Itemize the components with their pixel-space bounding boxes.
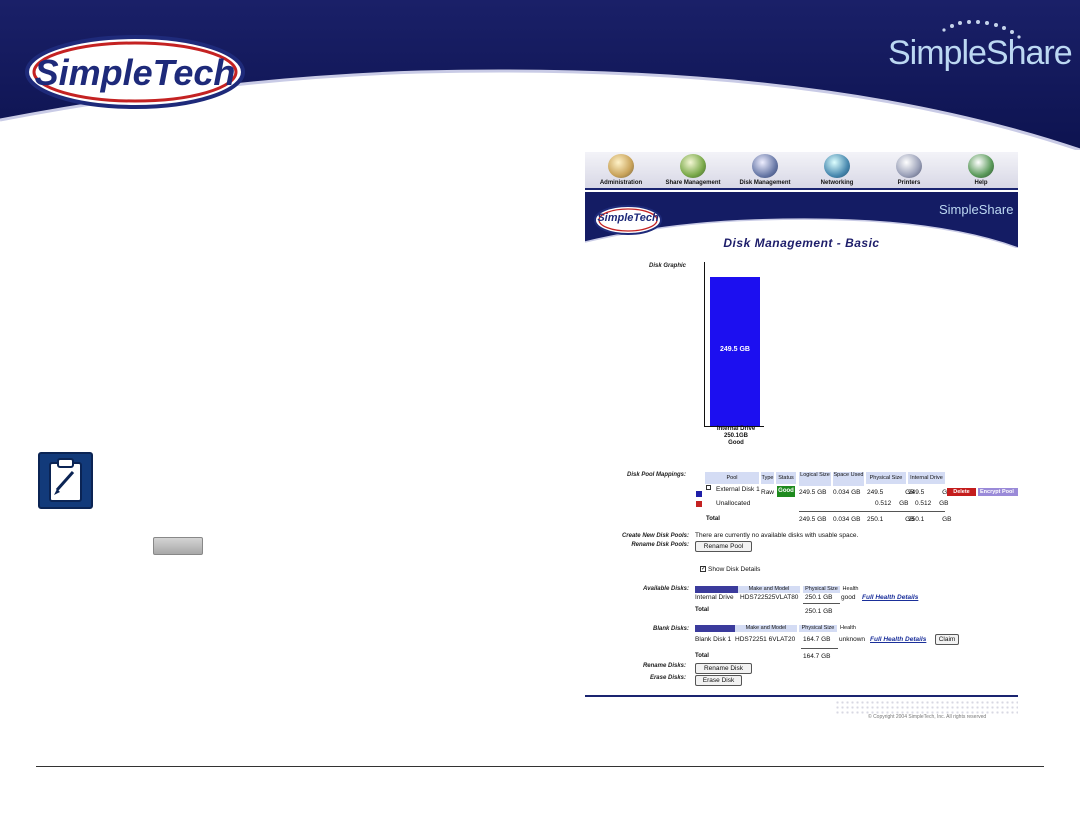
available-disks-header-bar [695, 586, 738, 593]
nav-help[interactable]: Help [946, 154, 1016, 190]
show-details-label: Show Disk Details [708, 566, 761, 573]
pool-header-type: Type [761, 472, 774, 484]
nav-disk-management[interactable]: Disk Management [730, 154, 800, 190]
blank-header-model: Make and Model [735, 625, 797, 632]
gray-button[interactable] [153, 537, 203, 555]
available-disk-health: good [841, 594, 856, 601]
inner-simpletech-logo-text: SimpleTech [597, 212, 659, 224]
delete-pool-button[interactable]: Delete [947, 488, 976, 496]
nav-networking[interactable]: Networking [802, 154, 872, 190]
page: SimpleTech SimpleShare Administration Sh… [0, 0, 1080, 828]
total-used: 0.034 GB [833, 516, 861, 523]
erase-disk-button[interactable]: Erase Disk [695, 675, 742, 686]
pool-swatch [696, 491, 702, 497]
copyright-text: © Copyright 2004 SimpleTech, Inc. All ri… [868, 714, 987, 720]
blank-disk-health: unknown [839, 636, 866, 643]
available-disk-health-link[interactable]: Full Health Details [862, 594, 918, 601]
pool-header-pool: Pool [705, 472, 759, 484]
simpleshare-logo-text: SimpleShare [888, 34, 1073, 72]
drive-status: Good [728, 440, 744, 446]
disk-management-icon [752, 154, 778, 178]
pool-internal-drive: 249.5 GB [908, 489, 952, 496]
available-header-health: Health [841, 586, 860, 593]
total-internal: 250.1 GB [908, 516, 952, 523]
rename-disks-label: Rename Disks: [642, 663, 686, 669]
page-title: Disk Management - Basic [723, 236, 880, 250]
drive-name: Internal Drive [716, 426, 756, 432]
drive-size: 250.1GB [723, 433, 748, 439]
available-separator [803, 603, 840, 604]
inner-simpleshare-logo-text: SimpleShare [939, 202, 1014, 217]
rename-pool-button[interactable]: Rename Pool [695, 541, 752, 552]
pool-status-badge: Good [777, 486, 795, 497]
footer-rule [585, 695, 1018, 697]
disk-bar-value: 249.5 GB [720, 346, 750, 353]
blank-header-health: Health [838, 625, 858, 632]
blank-disks-header-bar [695, 625, 735, 632]
pool-internal-drive: 0.512 GB [915, 500, 949, 507]
available-disk-model: HDS722525VLAT80 [740, 594, 799, 601]
blank-disk-health-link[interactable]: Full Health Details [870, 636, 926, 643]
show-details-checkbox[interactable]: ✓ [700, 566, 706, 572]
nav-share-management[interactable]: Share Management [658, 154, 728, 190]
blank-total-label: Total [695, 653, 709, 659]
pool-physical-size: 0.512 GB [875, 500, 909, 507]
main-nav-toolbar: Administration Share Management Disk Man… [585, 152, 1018, 190]
claim-disk-button[interactable]: Claim [935, 634, 959, 645]
simpleshare-logo: SimpleShare [882, 20, 1073, 100]
disk-graphic-axis [704, 262, 705, 427]
encrypt-pool-button[interactable]: Encrypt Pool [978, 488, 1018, 496]
available-header-size: Physical Size [803, 586, 840, 593]
available-header-model: Make and Model [738, 586, 800, 593]
blank-disk-model: HDS72251 6VLAT20 [735, 636, 796, 643]
blank-header-size: Physical Size [799, 625, 837, 632]
share-management-icon [680, 154, 706, 178]
blank-separator [801, 648, 838, 649]
pool-name: External Disk 1 [716, 486, 760, 493]
available-disks-label: Available Disks: [642, 586, 689, 592]
pool-logical-size: 249.5 GB [799, 489, 827, 496]
administration-icon [608, 154, 634, 178]
pool-mappings-label: Disk Pool Mappings: [626, 472, 686, 478]
rename-pools-label: Rename Disk Pools: [631, 542, 689, 548]
footer-divider [36, 766, 1044, 767]
simpletech-logo-text: SimpleTech [34, 52, 236, 93]
erase-disks-label: Erase Disks: [649, 675, 686, 681]
total-logical: 249.5 GB [799, 516, 827, 523]
available-total-size: 250.1 GB [805, 608, 833, 615]
available-disk-size: 250.1 GB [805, 594, 833, 601]
nav-printers[interactable]: Printers [874, 154, 944, 190]
pool-space-used: 0.034 GB [833, 489, 861, 496]
pool-name: Unallocated [716, 500, 751, 507]
create-pools-text: There are currently no available disks w… [695, 532, 859, 539]
blank-disk-size: 164.7 GB [803, 636, 831, 643]
pool-total-label: Total [706, 516, 720, 522]
help-icon [968, 154, 994, 178]
blank-disk-name: Blank Disk 1 [695, 636, 732, 643]
disk-graphic-label: Disk Graphic [648, 263, 686, 269]
nav-administration[interactable]: Administration [586, 154, 656, 190]
pool-header-internal-drive: Internal Drive [908, 472, 945, 484]
rename-disk-button[interactable]: Rename Disk [695, 663, 752, 674]
unallocated-swatch [696, 501, 702, 507]
pool-physical-size: 249.5 GB [867, 489, 915, 496]
blank-disks-label: Blank Disks: [652, 626, 689, 632]
printers-icon [896, 154, 922, 178]
blank-total-size: 164.7 GB [803, 653, 831, 660]
create-pools-label: Create New Disk Pools: [621, 533, 689, 539]
disk-management-screenshot: Administration Share Management Disk Man… [585, 152, 1018, 725]
available-disk-name: Internal Drive [695, 594, 734, 601]
pool-type: Raw [761, 489, 775, 496]
pool-header-status: Status [776, 472, 796, 484]
available-total-label: Total [695, 607, 709, 613]
pool-header-space-used: Space Used [833, 472, 864, 486]
pool-header-physical-size: Physical Size [866, 472, 906, 484]
networking-icon [824, 154, 850, 178]
pool-header-logical-size: Logical Size [799, 472, 831, 486]
total-separator [799, 511, 945, 512]
total-physical: 250.1 GB [867, 516, 915, 523]
note-clipboard-icon [38, 452, 93, 509]
